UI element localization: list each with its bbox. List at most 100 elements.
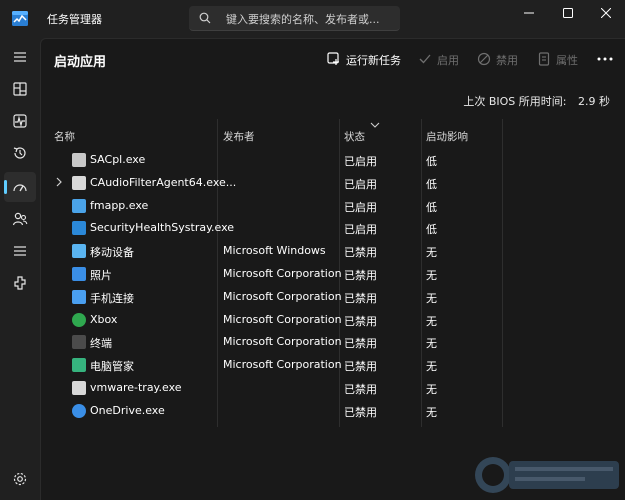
column-header-impact[interactable]: 启动影响 [426, 129, 468, 144]
status: 已禁用 [344, 360, 377, 374]
table-row[interactable]: CAudioFilterAgent64.exe... 已启用 低 [41, 172, 625, 195]
minimize-button[interactable] [516, 3, 542, 23]
app-name: SecurityHealthSystray.exe [90, 221, 235, 235]
publisher: Microsoft Corporation [223, 358, 342, 372]
main-panel: 启动应用 运行新任务 启用 禁用 属性 上次 BIOS 所用时间: 2.9 秒 … [40, 38, 625, 500]
bios-time-value: 2.9 秒 [578, 95, 610, 108]
navigation-rail [0, 38, 40, 500]
table-row[interactable]: 手机连接 Microsoft Corporation 已禁用 无 [41, 286, 625, 309]
app-name: 终端 [90, 337, 112, 351]
app-name: Xbox [90, 312, 118, 326]
table-row[interactable]: SecurityHealthSystray.exe 已启用 低 [41, 217, 625, 240]
nav-startup-apps[interactable] [4, 172, 36, 202]
shield-icon [72, 221, 86, 236]
table-row[interactable]: SACpl.exe 已启用 低 [41, 149, 625, 172]
phone-link-icon [72, 289, 86, 304]
column-header-publisher[interactable]: 发布者 [223, 129, 255, 144]
enable-button[interactable]: 启用 [418, 49, 463, 69]
startup-impact: 无 [426, 360, 437, 374]
users-icon [12, 212, 28, 226]
startup-impact: 无 [426, 246, 437, 260]
block-icon [477, 52, 491, 66]
table-row[interactable]: 电脑管家 Microsoft Corporation 已禁用 无 [41, 354, 625, 377]
table-row[interactable]: 照片 Microsoft Corporation 已禁用 无 [41, 263, 625, 286]
disable-button[interactable]: 禁用 [477, 49, 522, 69]
xbox-icon [72, 312, 86, 327]
startup-impact: 低 [426, 223, 437, 237]
publisher: Microsoft Windows [223, 244, 326, 258]
publisher: Microsoft Corporation [223, 312, 342, 326]
table-row[interactable]: vmware-tray.exe 已禁用 无 [41, 377, 625, 400]
properties-label: 属性 [556, 54, 578, 67]
close-button[interactable] [593, 3, 619, 23]
nav-settings[interactable] [4, 464, 36, 494]
search-placeholder: 键入要搜索的名称、发布者或... [226, 13, 380, 26]
publisher: Microsoft Corporation [223, 267, 342, 280]
app-title: 任务管理器 [47, 13, 102, 26]
app-name: 照片 [90, 269, 112, 282]
onedrive-icon [72, 403, 86, 418]
nav-users[interactable] [4, 204, 36, 234]
status: 已禁用 [344, 246, 377, 260]
status: 已禁用 [344, 337, 377, 351]
more-options-button[interactable] [595, 49, 615, 69]
startup-impact: 无 [426, 269, 437, 282]
nav-processes[interactable] [4, 74, 36, 104]
status: 已禁用 [344, 291, 377, 305]
startup-apps-icon [13, 184, 27, 192]
task-manager-icon [12, 11, 28, 26]
hamburger-icon [14, 52, 26, 62]
app-name: fmapp.exe [90, 198, 149, 212]
nav-performance[interactable] [4, 106, 36, 136]
table-row[interactable]: 终端 Microsoft Corporation 已禁用 无 [41, 331, 625, 354]
table-row[interactable]: OneDrive.exe 已禁用 无 [41, 400, 625, 423]
processes-icon [13, 82, 27, 96]
publisher: Microsoft Corporation [223, 289, 342, 303]
table-row[interactable]: Xbox Microsoft Corporation 已禁用 无 [41, 309, 625, 332]
nav-app-history[interactable] [4, 138, 36, 168]
app-name: vmware-tray.exe [90, 381, 182, 394]
terminal-icon [72, 335, 86, 350]
app-history-icon [13, 147, 26, 159]
startup-impact: 无 [426, 291, 437, 305]
app-name: SACpl.exe [90, 153, 146, 166]
performance-icon [13, 114, 27, 128]
title-bar: 任务管理器 键入要搜索的名称、发布者或... [0, 0, 625, 38]
table-header: 名称 发布者 状态 启动影响 [41, 119, 625, 146]
app-name: CAudioFilterAgent64.exe... [90, 175, 237, 189]
column-header-name[interactable]: 名称 [54, 129, 75, 144]
details-icon [14, 246, 26, 256]
photos-icon [72, 267, 86, 281]
services-icon [14, 276, 26, 290]
table-row[interactable]: fmapp.exe 已启用 低 [41, 195, 625, 218]
watermark-logo [475, 457, 619, 493]
bios-time-label: 上次 BIOS 所用时间: [463, 95, 567, 108]
publisher: Microsoft Corporation [223, 335, 342, 349]
gear-icon [13, 472, 27, 486]
disable-label: 禁用 [496, 54, 518, 67]
column-header-status[interactable]: 状态 [344, 129, 365, 144]
fmapp-icon [72, 198, 86, 213]
search-input[interactable]: 键入要搜索的名称、发布者或... [189, 6, 400, 31]
properties-button[interactable]: 属性 [537, 49, 582, 69]
status: 已禁用 [344, 383, 377, 396]
enable-label: 启用 [437, 54, 459, 67]
run-new-task-button[interactable]: 运行新任务 [327, 49, 401, 69]
app-name: 手机连接 [90, 291, 134, 305]
nav-menu-button[interactable] [4, 42, 36, 72]
nav-services[interactable] [4, 268, 36, 298]
vmware-tray-icon [72, 381, 86, 395]
maximize-button[interactable] [555, 3, 581, 23]
startup-impact: 无 [426, 314, 437, 328]
app-name: 移动设备 [90, 246, 134, 260]
app-name: OneDrive.exe [90, 403, 165, 417]
table-row[interactable]: 移动设备 Microsoft Windows 已禁用 无 [41, 240, 625, 263]
minimize-icon [524, 12, 534, 14]
startup-impact: 低 [426, 177, 437, 191]
run-new-task-icon [327, 52, 339, 65]
chevron-right-icon[interactable] [55, 177, 63, 187]
status: 已启用 [344, 155, 377, 168]
status: 已禁用 [344, 314, 377, 328]
bios-time: 上次 BIOS 所用时间: 2.9 秒 [463, 93, 610, 109]
nav-details[interactable] [4, 236, 36, 266]
